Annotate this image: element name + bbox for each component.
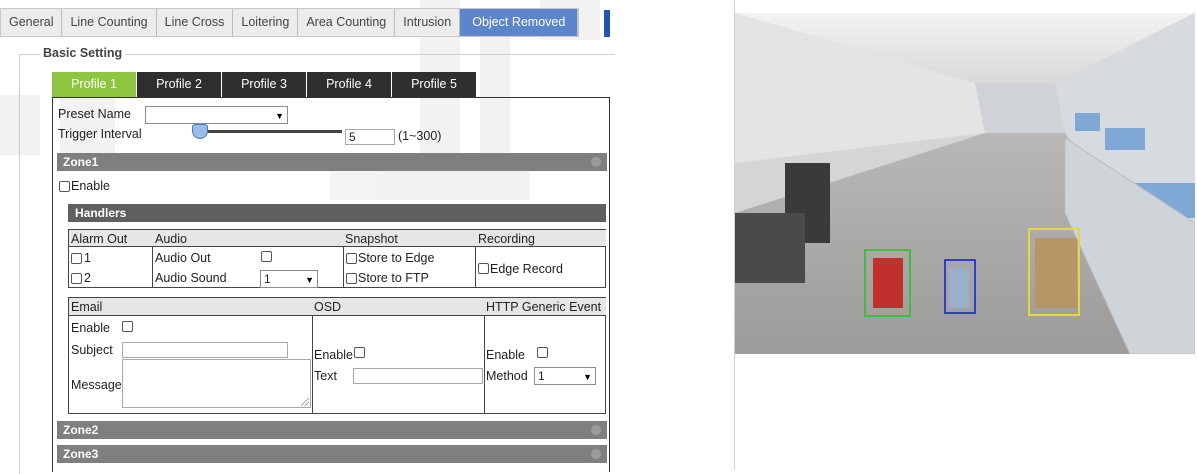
audio-header: Audio: [155, 232, 187, 246]
trigger-interval-slider-track[interactable]: [205, 130, 342, 133]
alarm-out-header: Alarm Out: [71, 232, 128, 246]
camera-preview[interactable]: [735, 13, 1195, 354]
http-method-value: 1: [538, 369, 545, 383]
store-to-ftp-checkbox[interactable]: [346, 273, 357, 284]
audio-sound-label: Audio Sound: [155, 271, 227, 285]
audio-out-checkbox[interactable]: [261, 251, 272, 262]
handlers-bar: Handlers: [68, 204, 606, 222]
osd-header: OSD: [314, 300, 342, 314]
edge-record-label: Edge Record: [490, 262, 563, 276]
trigger-interval-label: Trigger Interval: [58, 127, 142, 141]
recording-header: Recording: [478, 232, 535, 246]
email-subject-input[interactable]: [122, 342, 288, 358]
tab-overflow-indicator: [604, 10, 610, 37]
http-enable-checkbox[interactable]: [537, 347, 548, 358]
osd-text-input[interactable]: [353, 368, 483, 384]
tab-intrusion[interactable]: Intrusion: [395, 9, 461, 36]
email-subject-label: Subject: [71, 343, 113, 357]
tab-profile-5[interactable]: Profile 5: [392, 72, 477, 97]
tab-line-counting[interactable]: Line Counting: [62, 9, 157, 36]
store-to-edge-label: Store to Edge: [358, 251, 435, 265]
resize-grip-icon[interactable]: [301, 398, 309, 406]
email-header: Email: [71, 300, 103, 314]
http-method-select[interactable]: 1 ▼: [534, 367, 596, 385]
profile-tabs: Profile 1 Profile 2 Profile 3 Profile 4 …: [52, 72, 477, 97]
tab-loitering[interactable]: Loitering: [233, 9, 299, 36]
tab-area-counting[interactable]: Area Counting: [298, 9, 396, 36]
alarm-out-1-label: 1: [84, 251, 91, 265]
tab-profile-2[interactable]: Profile 2: [137, 72, 222, 97]
chevron-down-icon: ▼: [275, 111, 284, 121]
zone1-enable-checkbox[interactable]: [59, 181, 70, 192]
trigger-interval-input[interactable]: 5: [345, 129, 395, 145]
trigger-interval-range: (1~300): [398, 129, 442, 143]
chevron-down-icon: ▼: [305, 275, 314, 285]
handlers-title: Handlers: [75, 206, 127, 220]
audio-out-label: Audio Out: [155, 251, 211, 265]
email-enable-label: Enable: [71, 321, 110, 335]
zone1-enable-label: Enable: [71, 179, 110, 193]
tab-object-removed[interactable]: Object Removed: [460, 9, 579, 36]
alarm-out-1-checkbox[interactable]: [71, 253, 82, 264]
email-message-textarea[interactable]: [122, 359, 311, 408]
edge-record-checkbox[interactable]: [478, 263, 489, 274]
osd-enable-label: Enable: [314, 348, 353, 362]
http-generic-event-header: HTTP Generic Event: [486, 300, 602, 314]
tab-line-cross[interactable]: Line Cross: [157, 9, 234, 36]
zone2-bar[interactable]: Zone2: [57, 421, 607, 439]
audio-sound-value: 1: [264, 272, 271, 286]
snapshot-header: Snapshot: [345, 232, 398, 246]
handlers-header-divider: [68, 246, 606, 247]
zone1-title: Zone1: [63, 155, 99, 169]
collapse-icon[interactable]: [591, 157, 601, 167]
collapse-icon[interactable]: [591, 449, 601, 459]
osd-enable-checkbox[interactable]: [354, 347, 365, 358]
preset-name-select[interactable]: ▼: [145, 106, 288, 124]
http-method-label: Method: [486, 369, 528, 383]
audio-sound-select[interactable]: 1 ▼: [260, 270, 318, 288]
top-tab-bar: General Line Counting Line Cross Loiteri…: [0, 8, 580, 37]
zone1-bar[interactable]: Zone1: [57, 153, 607, 171]
http-enable-label: Enable: [486, 348, 525, 362]
zone3-bar[interactable]: Zone3: [57, 445, 607, 463]
zone2-title: Zone2: [63, 423, 99, 437]
store-to-ftp-label: Store to FTP: [358, 271, 429, 285]
tab-profile-3[interactable]: Profile 3: [222, 72, 307, 97]
osd-text-label: Text: [314, 369, 337, 383]
tab-profile-4[interactable]: Profile 4: [307, 72, 392, 97]
zone3-title: Zone3: [63, 447, 99, 461]
alarm-out-2-checkbox[interactable]: [71, 273, 82, 284]
handlers-header-divider: [68, 315, 606, 316]
preset-name-label: Preset Name: [58, 107, 131, 121]
alarm-out-2-label: 2: [84, 271, 91, 285]
email-message-label: Message: [71, 378, 122, 392]
store-to-edge-checkbox[interactable]: [346, 253, 357, 264]
collapse-icon[interactable]: [591, 425, 601, 435]
tab-profile-1[interactable]: Profile 1: [52, 72, 137, 97]
tab-general[interactable]: General: [1, 9, 63, 36]
email-enable-checkbox[interactable]: [122, 321, 133, 332]
chevron-down-icon: ▼: [583, 372, 592, 382]
basic-setting-legend: Basic Setting: [40, 46, 126, 60]
